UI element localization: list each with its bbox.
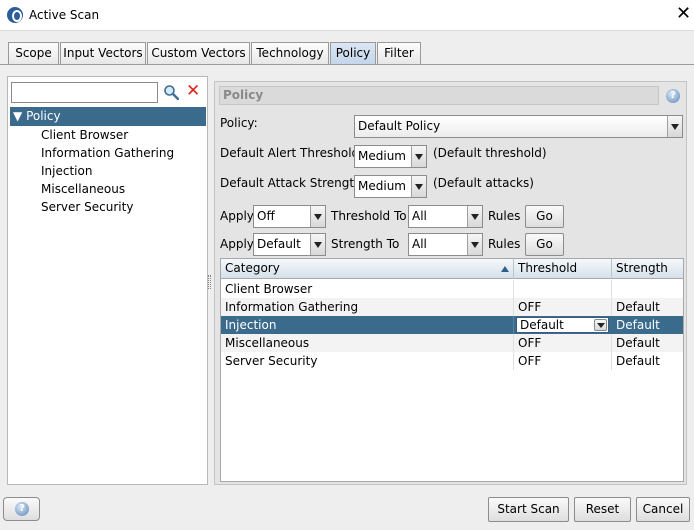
reset-button[interactable]: Reset bbox=[574, 497, 631, 522]
chevron-down-icon bbox=[667, 116, 682, 137]
apply-strength-value: Default bbox=[257, 237, 301, 251]
tree-search-input[interactable] bbox=[11, 82, 158, 103]
cell-strength: Default bbox=[616, 336, 660, 350]
policy-label: Policy: bbox=[220, 116, 258, 130]
chevron-down-icon bbox=[411, 146, 426, 167]
tree-expander[interactable]: ▼ bbox=[13, 109, 22, 123]
alert-threshold-value: Medium bbox=[358, 149, 406, 163]
tree-item-information-gathering[interactable]: Information Gathering bbox=[41, 144, 174, 162]
apply-threshold-value: Off bbox=[257, 209, 275, 223]
table-row[interactable]: Information Gathering OFF Default bbox=[221, 298, 683, 316]
alert-threshold-label: Default Alert Threshold: bbox=[220, 146, 364, 160]
threshold-to-label: Threshold To bbox=[331, 209, 407, 223]
tree-item-server-security[interactable]: Server Security bbox=[41, 198, 133, 216]
start-scan-button[interactable]: Start Scan bbox=[488, 497, 569, 522]
table-row-selected[interactable]: Injection Default Default bbox=[221, 316, 683, 334]
attack-strength-label: Default Attack Strength: bbox=[220, 176, 366, 190]
alert-threshold-hint: (Default threshold) bbox=[433, 146, 547, 160]
threshold-to-select[interactable]: All bbox=[408, 205, 483, 228]
threshold-cell-editor[interactable]: Default bbox=[516, 317, 609, 333]
panel-title: Policy bbox=[219, 86, 659, 105]
tree-root-label: Policy bbox=[26, 109, 61, 123]
cell-threshold: OFF bbox=[514, 298, 612, 316]
cell-category: Miscellaneous bbox=[221, 334, 514, 352]
tab-technology[interactable]: Technology bbox=[251, 42, 329, 65]
cell-category: Injection bbox=[221, 316, 514, 334]
tree-item-injection[interactable]: Injection bbox=[41, 162, 92, 180]
tab-custom-vectors[interactable]: Custom Vectors bbox=[147, 42, 250, 65]
strength-to-value: All bbox=[412, 237, 427, 251]
table-row[interactable]: Client Browser bbox=[221, 280, 683, 298]
cell-category: Information Gathering bbox=[221, 298, 514, 316]
tree-item-client-browser[interactable]: Client Browser bbox=[41, 126, 128, 144]
policy-panel: Policy ? Policy: Default Policy Default … bbox=[214, 81, 687, 485]
tree-item-miscellaneous[interactable]: Miscellaneous bbox=[41, 180, 125, 198]
cell-category: Client Browser bbox=[221, 280, 514, 298]
cell-strength: Default bbox=[616, 318, 660, 332]
split-pane-divider[interactable] bbox=[208, 275, 211, 289]
attack-strength-select[interactable]: Medium bbox=[354, 175, 427, 198]
cell-threshold bbox=[514, 280, 612, 298]
help-button[interactable]: ? bbox=[3, 497, 40, 521]
apply-threshold-label: Apply bbox=[220, 209, 254, 223]
attack-strength-hint: (Default attacks) bbox=[433, 176, 534, 190]
category-tree-panel: ✕ ▼ Policy Client Browser Information Ga… bbox=[7, 76, 208, 485]
attack-strength-value: Medium bbox=[358, 179, 406, 193]
threshold-to-value: All bbox=[412, 209, 427, 223]
help-icon: ? bbox=[15, 502, 29, 516]
category-table: Category Threshold Strength Client Brows… bbox=[220, 258, 684, 482]
tab-filter[interactable]: Filter bbox=[377, 42, 421, 65]
table-row[interactable]: Miscellaneous OFF Default bbox=[221, 334, 683, 352]
tab-scope[interactable]: Scope bbox=[8, 42, 59, 65]
cell-strength bbox=[612, 280, 683, 298]
zap-icon bbox=[7, 7, 23, 23]
chevron-down-icon bbox=[467, 206, 482, 227]
search-icon[interactable] bbox=[163, 84, 179, 100]
chevron-down-icon bbox=[310, 234, 325, 255]
strength-to-label: Strength To bbox=[331, 237, 400, 251]
clear-filter-icon[interactable]: ✕ bbox=[186, 82, 200, 100]
apply-strength-go-button[interactable]: Go bbox=[525, 233, 564, 256]
cancel-button[interactable]: Cancel bbox=[636, 497, 690, 522]
policy-select-value: Default Policy bbox=[358, 119, 441, 133]
title-bar: Active Scan ✕ bbox=[0, 0, 694, 31]
table-row[interactable]: Server Security OFF Default bbox=[221, 352, 683, 370]
apply-strength-label: Apply bbox=[220, 237, 254, 251]
apply-strength-select[interactable]: Default bbox=[253, 233, 326, 256]
chevron-down-icon bbox=[310, 206, 325, 227]
tree-root-policy[interactable]: ▼ Policy bbox=[10, 107, 206, 126]
cell-category: Server Security bbox=[221, 352, 514, 370]
column-header-strength[interactable]: Strength bbox=[612, 259, 683, 279]
column-header-threshold[interactable]: Threshold bbox=[514, 259, 612, 279]
threshold-cell-value: Default bbox=[520, 318, 564, 332]
window-title: Active Scan bbox=[29, 8, 100, 22]
column-header-category[interactable]: Category bbox=[221, 259, 514, 279]
strength-rules-label: Rules bbox=[488, 237, 521, 251]
cell-strength: Default bbox=[616, 354, 660, 368]
close-icon[interactable]: ✕ bbox=[676, 4, 691, 24]
chevron-down-icon bbox=[411, 176, 426, 197]
policy-select[interactable]: Default Policy bbox=[354, 115, 683, 138]
apply-threshold-select[interactable]: Off bbox=[253, 205, 326, 228]
sort-ascending-icon bbox=[501, 266, 509, 272]
table-header: Category Threshold Strength bbox=[221, 259, 683, 279]
apply-threshold-go-button[interactable]: Go bbox=[525, 205, 564, 228]
cell-threshold: OFF bbox=[514, 334, 612, 352]
strength-to-select[interactable]: All bbox=[408, 233, 483, 256]
chevron-down-icon bbox=[594, 319, 607, 331]
cell-threshold: OFF bbox=[514, 352, 612, 370]
alert-threshold-select[interactable]: Medium bbox=[354, 145, 427, 168]
threshold-rules-label: Rules bbox=[488, 209, 521, 223]
tab-divider bbox=[0, 64, 694, 65]
cell-strength: Default bbox=[616, 300, 660, 314]
tab-input-vectors[interactable]: Input Vectors bbox=[60, 42, 146, 65]
chevron-down-icon bbox=[467, 234, 482, 255]
help-icon[interactable]: ? bbox=[666, 89, 680, 103]
tab-policy[interactable]: Policy bbox=[330, 42, 376, 65]
